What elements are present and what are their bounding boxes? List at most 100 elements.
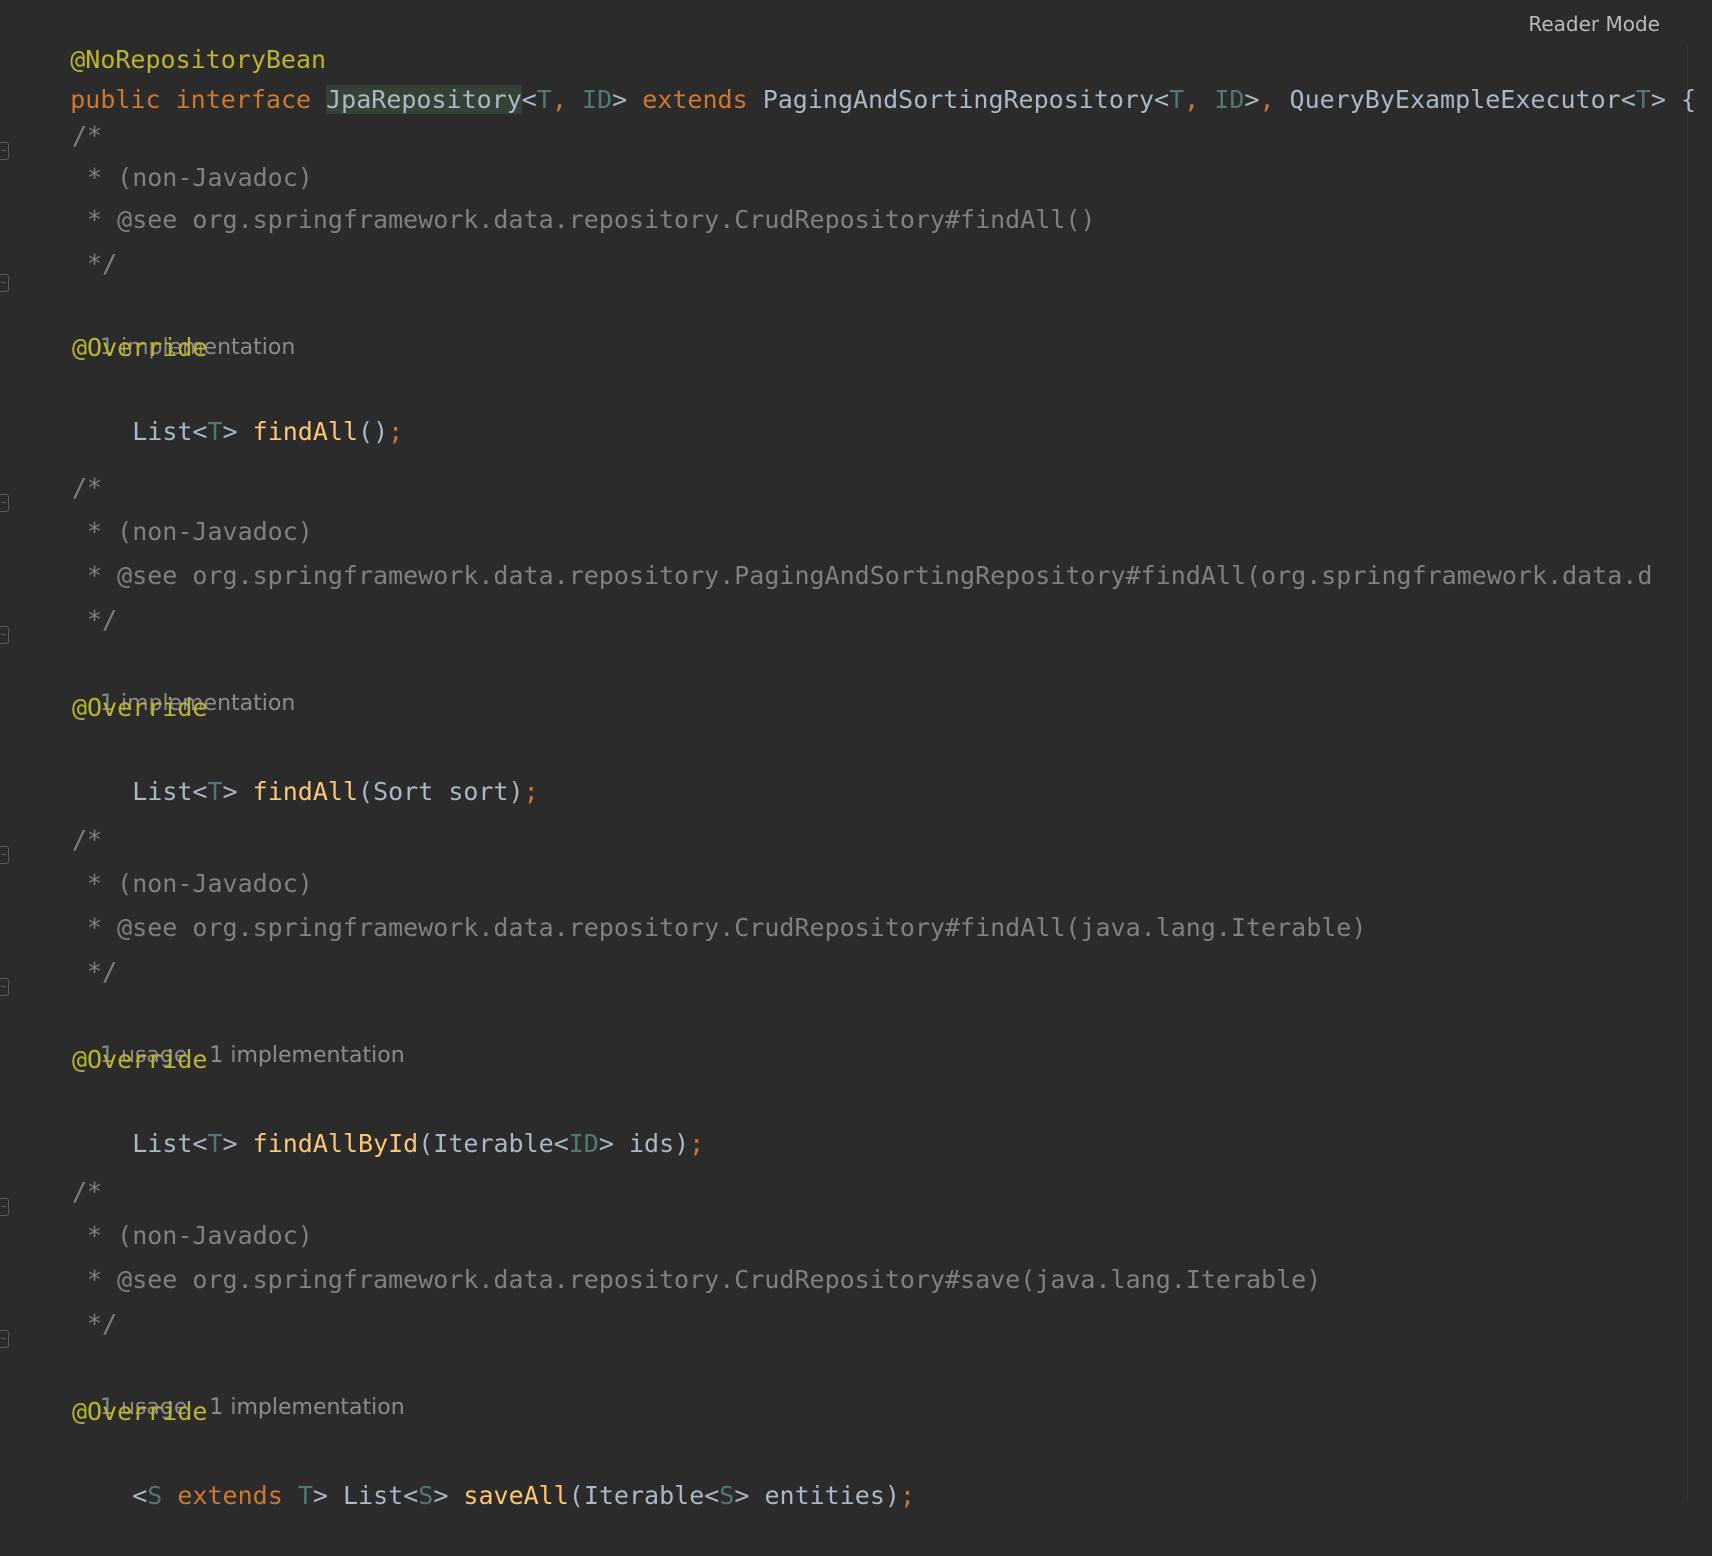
type-param-s: S bbox=[418, 1481, 434, 1510]
fold-icon[interactable] bbox=[0, 978, 9, 996]
comment-text: * @see org.springframework.data.reposito… bbox=[72, 1265, 1322, 1294]
keyword-extends: extends bbox=[162, 1481, 298, 1510]
type-param-s: S bbox=[719, 1481, 735, 1510]
comment-open: /* bbox=[72, 820, 102, 860]
parameter-type: (Iterable< bbox=[568, 1481, 720, 1510]
comment-text: /* bbox=[72, 825, 103, 854]
parameter-name: > entities) bbox=[734, 1481, 900, 1510]
comment-open: /* bbox=[72, 1172, 102, 1212]
fold-icon[interactable] bbox=[0, 274, 9, 292]
fold-icon[interactable] bbox=[0, 494, 9, 512]
right-margin-guide bbox=[1687, 44, 1688, 1502]
reader-mode-button[interactable]: Reader Mode bbox=[1520, 4, 1668, 44]
override-annotation-line: @Override bbox=[72, 328, 207, 368]
method-name[interactable]: findAll bbox=[253, 417, 358, 446]
comment-close: */ bbox=[72, 600, 117, 640]
type-param-t: T bbox=[297, 1481, 313, 1510]
generic-close: > bbox=[612, 85, 628, 114]
return-type: List< bbox=[132, 1129, 208, 1158]
query-by-example-executor-ref[interactable]: QueryByExampleExecutor bbox=[1290, 85, 1621, 114]
fold-icon[interactable] bbox=[0, 626, 9, 644]
override-annotation-line: @Override bbox=[72, 688, 207, 728]
comment-text: /* bbox=[72, 121, 103, 150]
inlay-hint: 1 implementation bbox=[72, 644, 295, 716]
comment-text: */ bbox=[72, 1309, 118, 1338]
code-line-annotation: @NoRepositoryBean bbox=[10, 0, 326, 74]
comment-line: * @see org.springframework.data.reposito… bbox=[72, 200, 1096, 240]
type-param-t: T bbox=[1635, 85, 1651, 114]
generic-close: > bbox=[222, 1129, 253, 1158]
type-param-t: T bbox=[536, 85, 552, 114]
comment-text: * (non-Javadoc) bbox=[72, 1221, 313, 1250]
generic-close: > bbox=[222, 417, 253, 446]
comment-text: */ bbox=[72, 957, 118, 986]
semicolon: ; bbox=[689, 1129, 705, 1158]
comma: , bbox=[551, 85, 583, 114]
inlay-hint: 1 usage 1 implementation bbox=[72, 996, 405, 1068]
comma: , bbox=[1259, 85, 1290, 114]
comment-line: * (non-Javadoc) bbox=[72, 512, 313, 552]
code-editor[interactable]: Reader Mode @NoRepositoryBean public int… bbox=[0, 0, 1712, 1510]
fold-icon[interactable] bbox=[0, 142, 9, 160]
comment-text: /* bbox=[72, 473, 103, 502]
fold-icon[interactable] bbox=[0, 1330, 9, 1348]
comment-text: * (non-Javadoc) bbox=[72, 517, 313, 546]
override-annotation: @Override bbox=[72, 333, 208, 362]
return-type: List< bbox=[342, 1481, 419, 1510]
comment-text: * (non-Javadoc) bbox=[72, 163, 313, 192]
override-annotation-line: @Override bbox=[72, 1040, 207, 1080]
fold-icon[interactable] bbox=[0, 846, 9, 864]
type-param-id: ID bbox=[1214, 85, 1245, 114]
type-param-t: T bbox=[207, 417, 223, 446]
comment-open: /* bbox=[72, 468, 102, 508]
generic-close: > bbox=[1244, 85, 1260, 114]
implementation-hint[interactable]: 1 implementation bbox=[209, 1043, 404, 1068]
type-param-t: T bbox=[207, 777, 223, 806]
generic-open: < bbox=[132, 1481, 148, 1510]
comment-close: */ bbox=[72, 1304, 117, 1344]
parameter-type: (Iterable< bbox=[418, 1129, 569, 1158]
override-annotation: @Override bbox=[72, 1045, 208, 1074]
generic-close: > bbox=[1650, 85, 1666, 114]
comment-line: * @see org.springframework.data.reposito… bbox=[72, 556, 1652, 596]
override-annotation: @Override bbox=[72, 1397, 208, 1426]
generic-close: > bbox=[312, 1481, 343, 1510]
keyword-extends: extends bbox=[642, 85, 748, 114]
comment-text: /* bbox=[72, 1177, 103, 1206]
paging-and-sorting-repository-ref[interactable]: PagingAndSortingRepository bbox=[763, 85, 1154, 114]
comment-line: * @see org.springframework.data.reposito… bbox=[72, 908, 1366, 948]
type-param-id: ID bbox=[568, 1129, 599, 1158]
generic-close: > bbox=[433, 1481, 464, 1510]
method-name[interactable]: findAllById bbox=[253, 1129, 419, 1158]
interface-name[interactable]: JpaRepository bbox=[326, 85, 522, 114]
return-type: List< bbox=[132, 777, 208, 806]
inlay-hint: 1 implementation bbox=[72, 288, 295, 360]
comment-line: * (non-Javadoc) bbox=[72, 158, 313, 198]
comment-line: * @see org.springframework.data.reposito… bbox=[72, 1260, 1321, 1300]
method-signature-saveall: <S extends T> List<S> saveAll(Iterable<S… bbox=[72, 1436, 915, 1510]
comment-text: * @see org.springframework.data.reposito… bbox=[72, 561, 1653, 590]
override-annotation-line: @Override bbox=[72, 1392, 207, 1432]
implementation-hint[interactable]: 1 implementation bbox=[209, 1395, 404, 1420]
comment-close: */ bbox=[72, 952, 117, 992]
fold-icon[interactable] bbox=[0, 1198, 9, 1216]
parameters: (Sort sort) bbox=[358, 777, 524, 806]
comment-text: * (non-Javadoc) bbox=[72, 869, 313, 898]
comment-text: */ bbox=[72, 249, 118, 278]
method-name[interactable]: findAll bbox=[253, 777, 358, 806]
generic-open: < bbox=[1620, 85, 1636, 114]
comment-open: /* bbox=[72, 116, 102, 156]
semicolon: ; bbox=[523, 777, 539, 806]
comment-close: */ bbox=[72, 244, 117, 284]
semicolon: ; bbox=[388, 417, 404, 446]
method-signature-findall-sort: List<T> findAll(Sort sort); bbox=[72, 732, 538, 806]
comment-text: * @see org.springframework.data.reposito… bbox=[72, 205, 1096, 234]
generic-open: < bbox=[1154, 85, 1170, 114]
generic-close: > bbox=[222, 777, 253, 806]
comment-text: * @see org.springframework.data.reposito… bbox=[72, 913, 1367, 942]
comment-text: */ bbox=[72, 605, 118, 634]
open-brace: { bbox=[1680, 85, 1696, 114]
method-name[interactable]: saveAll bbox=[463, 1481, 568, 1510]
method-signature-findall: List<T> findAll(); bbox=[72, 372, 403, 446]
keyword-interface: interface bbox=[175, 85, 312, 114]
